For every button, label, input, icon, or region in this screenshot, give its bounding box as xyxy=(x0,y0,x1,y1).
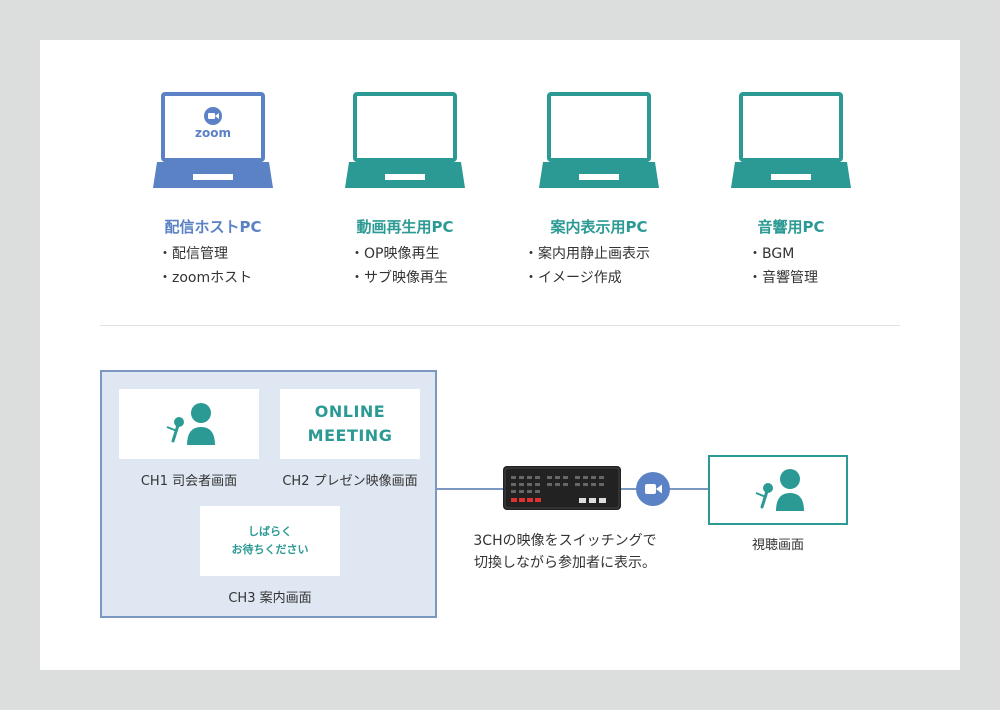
divider xyxy=(100,325,900,326)
list-item: ・イメージ作成 xyxy=(524,270,622,286)
list-item: ・サブ映像再生 xyxy=(350,270,448,286)
laptop-icon xyxy=(345,92,465,188)
speaker-with-mic-icon xyxy=(755,469,804,511)
pc-host: zoom 配信ホストPC ・配信管理 ・zoomホスト xyxy=(148,92,278,286)
pc-video: 動画再生用PC ・OP映像再生 ・サブ映像再生 xyxy=(340,92,470,286)
ch3-line2: お待ちください xyxy=(231,543,309,556)
pc-title: 音響用PC xyxy=(757,218,825,236)
viewer-screen xyxy=(708,455,848,525)
switching-caption: 3CHの映像をスイッチングで 切換しながら参加者に表示。 xyxy=(450,530,680,574)
pc-guide: 案内表示用PC ・案内用静止画表示 ・イメージ作成 xyxy=(524,92,664,286)
list-item: ・BGM xyxy=(748,246,795,262)
ch1-screen xyxy=(119,389,259,459)
zoom-camera-icon xyxy=(636,472,670,506)
ch3-line1: しばらく xyxy=(248,525,292,538)
switching-caption-line2: 切換しながら参加者に表示。 xyxy=(474,555,656,571)
list-item: ・zoomホスト xyxy=(158,270,253,286)
pc-title: 案内表示用PC xyxy=(550,218,648,236)
zoom-logo-text: zoom xyxy=(195,126,231,140)
ch3-screen: しばらく お待ちください xyxy=(200,506,340,576)
pc-duties: ・案内用静止画表示 ・イメージ作成 xyxy=(524,242,650,290)
connector-line xyxy=(437,488,503,490)
pc-audio: 音響用PC ・BGM ・音響管理 xyxy=(726,92,856,286)
ch2-caption: CH2 プレゼン映像画面 xyxy=(282,474,418,489)
viewer-caption: 視聴画面 xyxy=(751,538,804,553)
video-switcher-icon xyxy=(503,466,621,510)
ch2-line1: ONLINE xyxy=(314,402,386,421)
ch2-screen: ONLINE MEETING xyxy=(280,389,420,459)
laptop-icon xyxy=(539,92,659,188)
pc-title: 配信ホストPC xyxy=(164,218,262,236)
pc-duties: ・OP映像再生 ・サブ映像再生 xyxy=(350,242,448,290)
pc-duties: ・BGM ・音響管理 xyxy=(748,242,818,290)
list-item: ・音響管理 xyxy=(748,270,818,286)
list-item: ・案内用静止画表示 xyxy=(524,246,650,262)
pc-duties: ・配信管理 ・zoomホスト xyxy=(158,242,252,290)
speaker-with-mic-icon xyxy=(166,403,215,445)
switching-caption-line1: 3CHの映像をスイッチングで xyxy=(473,533,657,549)
ch3-caption: CH3 案内画面 xyxy=(228,591,312,606)
channel-group: CH1 司会者画面 ONLINE MEETING CH2 プレゼン映像画面 しば… xyxy=(100,370,437,618)
laptop-icon xyxy=(153,92,273,188)
diagram-card: zoom 配信ホストPC ・配信管理 ・zoomホスト 動画再生用PC ・OP映… xyxy=(40,40,960,670)
list-item: ・OP映像再生 xyxy=(350,246,440,262)
ch1-caption: CH1 司会者画面 xyxy=(140,474,238,489)
pc-title: 動画再生用PC xyxy=(356,218,454,236)
list-item: ・配信管理 xyxy=(158,246,228,262)
laptop-icon xyxy=(731,92,851,188)
ch2-line2: MEETING xyxy=(307,426,393,445)
